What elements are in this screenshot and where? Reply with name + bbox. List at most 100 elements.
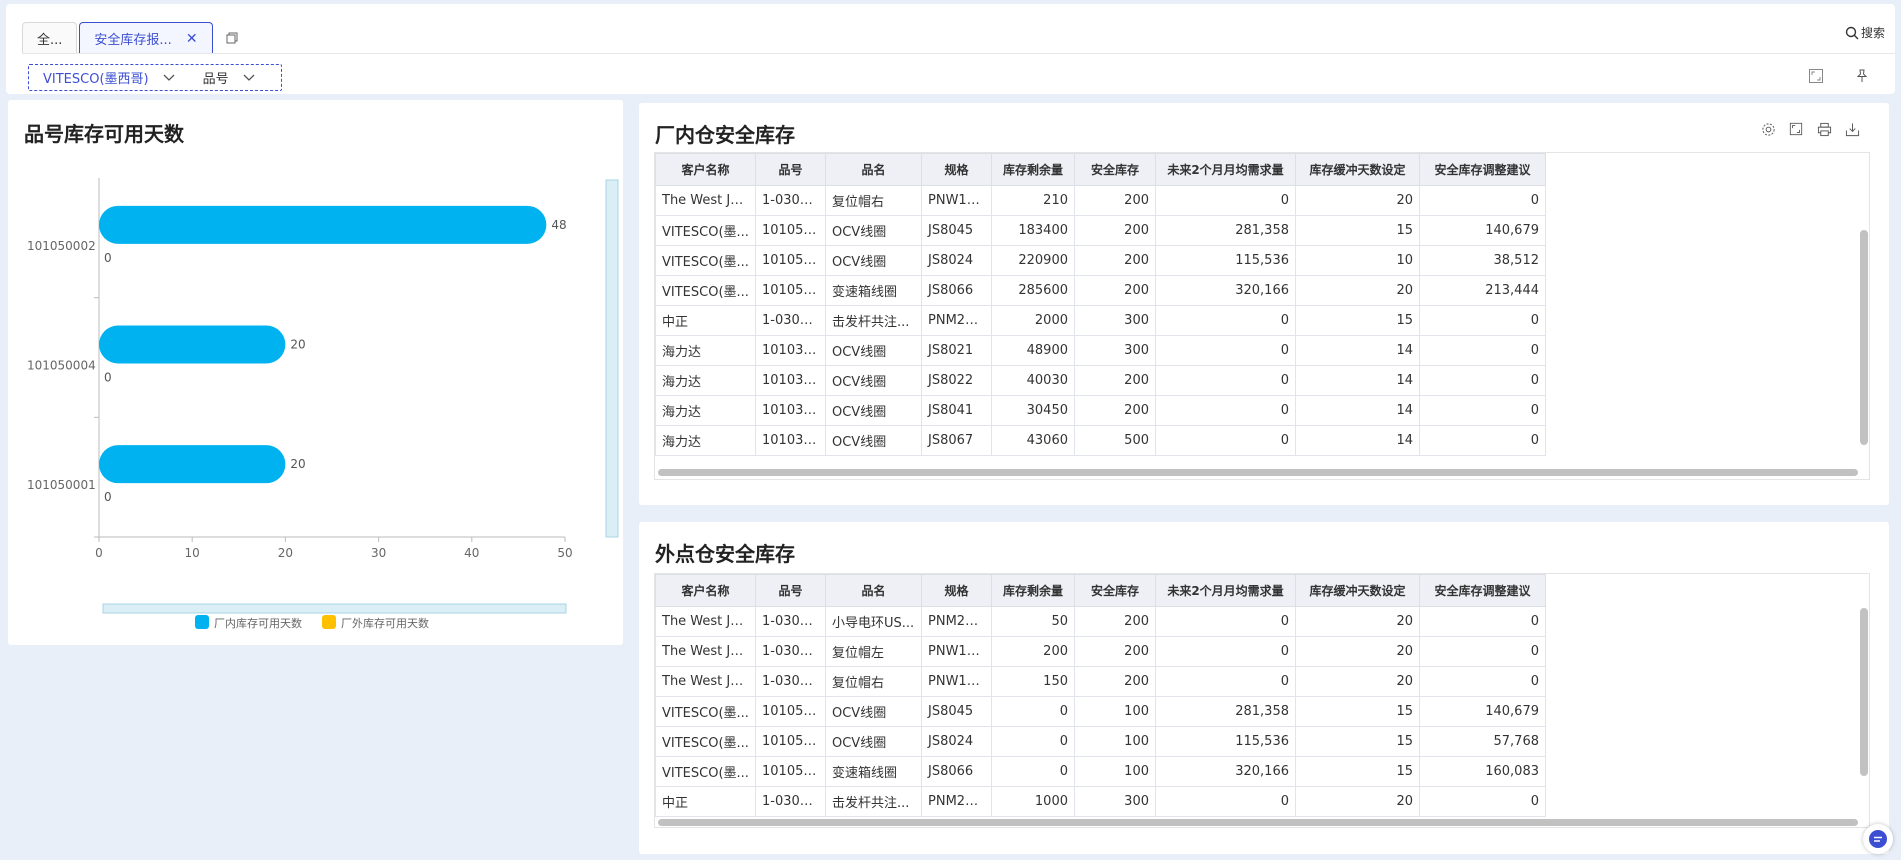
column-header[interactable]: 安全库存 bbox=[1074, 574, 1156, 607]
table1-vertical-scrollbar[interactable] bbox=[1860, 230, 1868, 445]
column-header[interactable]: 库存剩余量 bbox=[991, 574, 1075, 607]
table-cell: 复位帽右 bbox=[825, 185, 922, 216]
table-cell: 220900 bbox=[991, 245, 1075, 276]
table-row[interactable]: VITESCO(墨... 101050... 变速箱线圈 JS8066 285600 20… bbox=[655, 275, 1546, 306]
fullscreen-icon[interactable] bbox=[1787, 120, 1805, 138]
table-cell: 0 bbox=[1155, 335, 1296, 366]
table-cell: 0 bbox=[1419, 636, 1546, 667]
column-header[interactable]: 安全库存调整建议 bbox=[1419, 574, 1546, 607]
table-row[interactable]: 中正 1-0303... 击发杆共注... PNM20... 1000 300 0 20 0 bbox=[655, 786, 1546, 817]
table2-horizontal-scrollbar[interactable] bbox=[658, 819, 1858, 826]
table-cell: 0 bbox=[1155, 305, 1296, 336]
table-cell: 14 bbox=[1295, 395, 1420, 426]
table-cell: 20 bbox=[1295, 275, 1420, 306]
column-header[interactable]: 库存剩余量 bbox=[991, 153, 1075, 186]
table-cell: PNW12... bbox=[921, 636, 992, 667]
vertical-zoom-slider[interactable] bbox=[605, 179, 619, 538]
table-cell: 击发杆共注... bbox=[825, 305, 922, 336]
legend-swatch[interactable] bbox=[322, 615, 336, 629]
column-header[interactable]: 库存缓冲天数设定 bbox=[1295, 574, 1420, 607]
table-row[interactable]: VITESCO(墨... 101050... OCV线圈 JS8045 0 100 281,… bbox=[655, 696, 1546, 727]
table-cell: 30450 bbox=[991, 395, 1075, 426]
column-header[interactable]: 安全库存调整建议 bbox=[1419, 153, 1546, 186]
column-header[interactable]: 规格 bbox=[921, 574, 992, 607]
column-header[interactable]: 未来2个月月均需求量 bbox=[1155, 574, 1296, 607]
legend-swatch[interactable] bbox=[195, 615, 209, 629]
table-cell: JS8024 bbox=[921, 245, 992, 276]
copy-tab-icon[interactable] bbox=[215, 22, 249, 54]
table1-horizontal-scrollbar[interactable] bbox=[658, 469, 1858, 476]
table-cell: 变速箱线圈 bbox=[825, 756, 922, 787]
table-row[interactable]: The West Jo... 1-0302... 小导电环US... PNM21...… bbox=[655, 606, 1546, 637]
search-button[interactable]: 搜索 bbox=[1845, 24, 1885, 41]
column-header[interactable]: 品名 bbox=[825, 153, 922, 186]
table-cell: 15 bbox=[1295, 756, 1420, 787]
x-tick-label: 20 bbox=[278, 546, 293, 560]
column-header[interactable]: 安全库存 bbox=[1074, 153, 1156, 186]
table-cell: 1-0303... bbox=[755, 185, 826, 216]
table-cell: 140,679 bbox=[1419, 696, 1546, 727]
close-icon[interactable]: ✕ bbox=[186, 31, 198, 47]
part-number-filter[interactable]: 品号 bbox=[189, 68, 269, 87]
table-cell: 101050... bbox=[755, 726, 826, 757]
table-cell: 1-0302... bbox=[755, 606, 826, 637]
table-row[interactable]: 海力达 101030... OCV线圈 JS8022 40030 200 0 14 0 bbox=[655, 365, 1546, 396]
table-row[interactable]: 中正 1-0303... 击发杆共注... PNM20... 2000 300 0 15 0 bbox=[655, 305, 1546, 336]
tab-safety-stock-report[interactable]: 安全库存报... ✕ bbox=[79, 22, 213, 54]
table-row[interactable]: The West Jo... 1-0303... 复位帽左 PNW12... 200 20… bbox=[655, 636, 1546, 667]
table-cell: VITESCO(墨... bbox=[655, 756, 756, 787]
horizontal-zoom-slider[interactable] bbox=[102, 603, 567, 614]
table-row[interactable]: VITESCO(墨... 101050... OCV线圈 JS8024 0 100 115,… bbox=[655, 726, 1546, 757]
table-cell: JS8066 bbox=[921, 756, 992, 787]
table-row[interactable]: 海力达 101030... OCV线圈 JS8067 43060 500 0 14 0 bbox=[655, 425, 1546, 456]
table1-title: 厂内仓安全库存 bbox=[655, 123, 795, 147]
settings-icon[interactable] bbox=[1759, 120, 1777, 138]
table-row[interactable]: 海力达 101030... OCV线圈 JS8021 48900 300 0 14 0 bbox=[655, 335, 1546, 366]
customer-filter[interactable]: VITESCO(墨西哥) bbox=[29, 68, 189, 87]
column-header[interactable]: 未来2个月月均需求量 bbox=[1155, 153, 1296, 186]
column-header[interactable]: 库存缓冲天数设定 bbox=[1295, 153, 1420, 186]
column-header[interactable]: 品号 bbox=[755, 153, 826, 186]
print-icon[interactable] bbox=[1815, 120, 1833, 138]
x-tick-label: 30 bbox=[371, 546, 386, 560]
bar-inside-101050001[interactable] bbox=[99, 445, 286, 484]
column-header[interactable]: 规格 bbox=[921, 153, 992, 186]
table-row[interactable]: VITESCO(墨... 101050... OCV线圈 JS8045 183400 20… bbox=[655, 215, 1546, 246]
tab-all[interactable]: 全... bbox=[22, 22, 78, 54]
column-header[interactable]: 品号 bbox=[755, 574, 826, 607]
column-header[interactable]: 客户名称 bbox=[655, 153, 756, 186]
bar-value-label: 48 bbox=[551, 218, 566, 232]
bar-inside-101050002[interactable] bbox=[99, 205, 547, 244]
column-header[interactable]: 客户名称 bbox=[655, 574, 756, 607]
table-cell: JS8024 bbox=[921, 726, 992, 757]
table-row[interactable]: The West Jo... 1-0303... 复位帽右 PNW12... 150 20… bbox=[655, 666, 1546, 697]
table-row[interactable]: VITESCO(墨... 101050... 变速箱线圈 JS8066 0 100 320,… bbox=[655, 756, 1546, 787]
table-cell: 小导电环US... bbox=[825, 606, 922, 637]
table-cell: PNM20... bbox=[921, 786, 992, 817]
bar-inside-101050004[interactable] bbox=[99, 325, 286, 364]
table-cell: 101050... bbox=[755, 275, 826, 306]
table-cell: 40030 bbox=[991, 365, 1075, 396]
table-cell: 2000 bbox=[991, 305, 1075, 336]
pin-icon[interactable] bbox=[1852, 66, 1872, 86]
legend-label[interactable]: 厂外库存可用天数 bbox=[341, 616, 429, 630]
export-icon[interactable] bbox=[1843, 120, 1861, 138]
table-row[interactable]: The West Jo... 1-0303... 复位帽右 PNW12... 210 20… bbox=[655, 185, 1546, 216]
table2-container[interactable]: 客户名称 品号 品名 规格 库存剩余量 安全库存 未来2个月月均需求量 库存缓冲天数设定 安全库… bbox=[654, 573, 1870, 828]
table-row[interactable]: 海力达 101030... OCV线圈 JS8041 30450 200 0 14 0 bbox=[655, 395, 1546, 426]
fullscreen-icon[interactable] bbox=[1806, 66, 1826, 86]
table2-vertical-scrollbar[interactable] bbox=[1860, 608, 1868, 776]
table-cell: 1-0303... bbox=[755, 666, 826, 697]
table-row[interactable]: VITESCO(墨... 101050... OCV线圈 JS8024 220900 20… bbox=[655, 245, 1546, 276]
table1-container[interactable]: 客户名称 品号 品名 规格 库存剩余量 安全库存 未来2个月月均需求量 库存缓冲天数设定 安全库… bbox=[654, 152, 1870, 480]
table-cell: 50 bbox=[991, 606, 1075, 637]
table-cell: 中正 bbox=[655, 786, 756, 817]
bar-chart: 0 10 20 30 40 50 101050002 48 0 101050004 20 0 10105… bbox=[27, 178, 619, 630]
table-cell: 14 bbox=[1295, 425, 1420, 456]
table-cell: 击发杆共注... bbox=[825, 786, 922, 817]
column-header[interactable]: 品名 bbox=[825, 574, 922, 607]
table-cell: VITESCO(墨... bbox=[655, 726, 756, 757]
chat-button[interactable] bbox=[1863, 824, 1893, 854]
legend-label[interactable]: 厂内库存可用天数 bbox=[214, 616, 302, 630]
table-cell: 20 bbox=[1295, 606, 1420, 637]
